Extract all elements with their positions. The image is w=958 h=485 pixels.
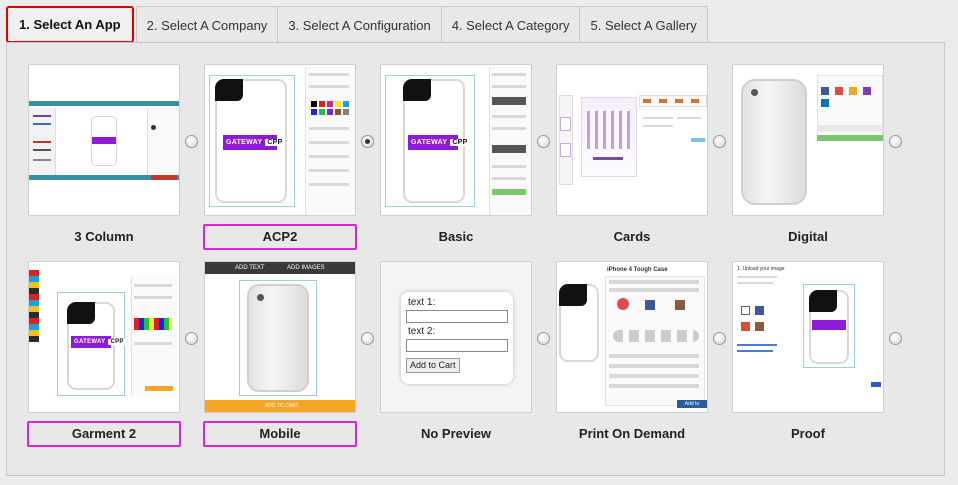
app-preview-basic[interactable]: GATEWAY CPP [380,64,532,216]
np-add-to-cart: Add to Cart [406,358,460,373]
app-preview-no-preview[interactable]: text 1: text 2: Add to Cart [380,261,532,413]
tab-select-configuration[interactable]: 3. Select A Configuration [277,6,442,43]
mobile-add-images: ADD IMAGES [287,265,325,271]
app-selection-panel: 3 Column GATEWAY CPP ACP2 GATEWAY CPP Ba… [6,42,945,476]
app-label-3-column: 3 Column [74,229,134,244]
np-text1-label: text 1: [408,297,436,308]
np-text2-label: text 2: [408,326,436,337]
app-label-no-preview: No Preview [420,426,492,441]
brand-text-garment: GATEWAY [74,339,106,345]
brand-badge-garment: CPP [108,339,126,345]
tab-select-gallery[interactable]: 5. Select A Gallery [579,6,708,43]
app-radio-print-on-demand[interactable] [713,332,726,345]
brand-badge-acp2: CPP [265,139,285,146]
app-preview-mobile[interactable]: ADD TEXT ADD IMAGES ADD TO CART [204,261,356,413]
app-label-digital: Digital [788,229,828,244]
tab-select-app[interactable]: 1. Select An App [6,6,134,43]
app-preview-cards[interactable] [556,64,708,216]
app-preview-acp2[interactable]: GATEWAY CPP [204,64,356,216]
app-radio-proof[interactable] [889,332,902,345]
tab-select-category[interactable]: 4. Select A Category [440,6,581,43]
app-label-print-on-demand: Print On Demand [578,426,686,441]
pod-title: iPhone 4 Tough Case [607,267,668,273]
app-radio-garment-2[interactable] [185,332,198,345]
tab-select-company[interactable]: 2. Select A Company [135,6,279,43]
app-preview-print-on-demand[interactable]: iPhone 4 Tough Case Add to Basket [556,261,708,413]
np-text1-input [406,310,508,323]
app-preview-digital[interactable] [732,64,884,216]
mobile-add-text: ADD TEXT [235,265,265,271]
app-radio-digital[interactable] [713,135,726,148]
brand-text-basic: GATEWAY [411,139,448,146]
tab-bar: 1. Select An App 2. Select A Company 3. … [6,6,708,43]
mobile-footer: ADD TO CART [265,403,299,409]
app-radio-3-column[interactable] [185,135,198,148]
app-label-acp2: ACP2 [203,224,357,250]
app-radio-cards[interactable] [537,135,550,148]
app-radio-no-preview[interactable] [537,332,550,345]
app-preview-3-column[interactable] [28,64,180,216]
proof-title: 1. Upload your image [737,266,785,272]
brand-badge-basic: CPP [450,139,470,146]
app-label-cards: Cards [613,229,651,244]
brand-text-acp2: GATEWAY [226,139,263,146]
app-radio-mobile[interactable] [361,332,374,345]
app-label-proof: Proof [791,426,825,441]
pod-basket-button: Add to Basket [677,400,707,412]
app-preview-proof[interactable]: 1. Upload your image [732,261,884,413]
app-radio-basic[interactable] [361,135,374,148]
app-label-mobile: Mobile [203,421,357,447]
app-label-basic: Basic [438,229,474,244]
app-preview-garment-2[interactable]: GATEWAY CPP [28,261,180,413]
app-radio-digital-right[interactable] [889,135,902,148]
np-text2-input [406,339,508,352]
app-label-garment-2: Garment 2 [27,421,181,447]
